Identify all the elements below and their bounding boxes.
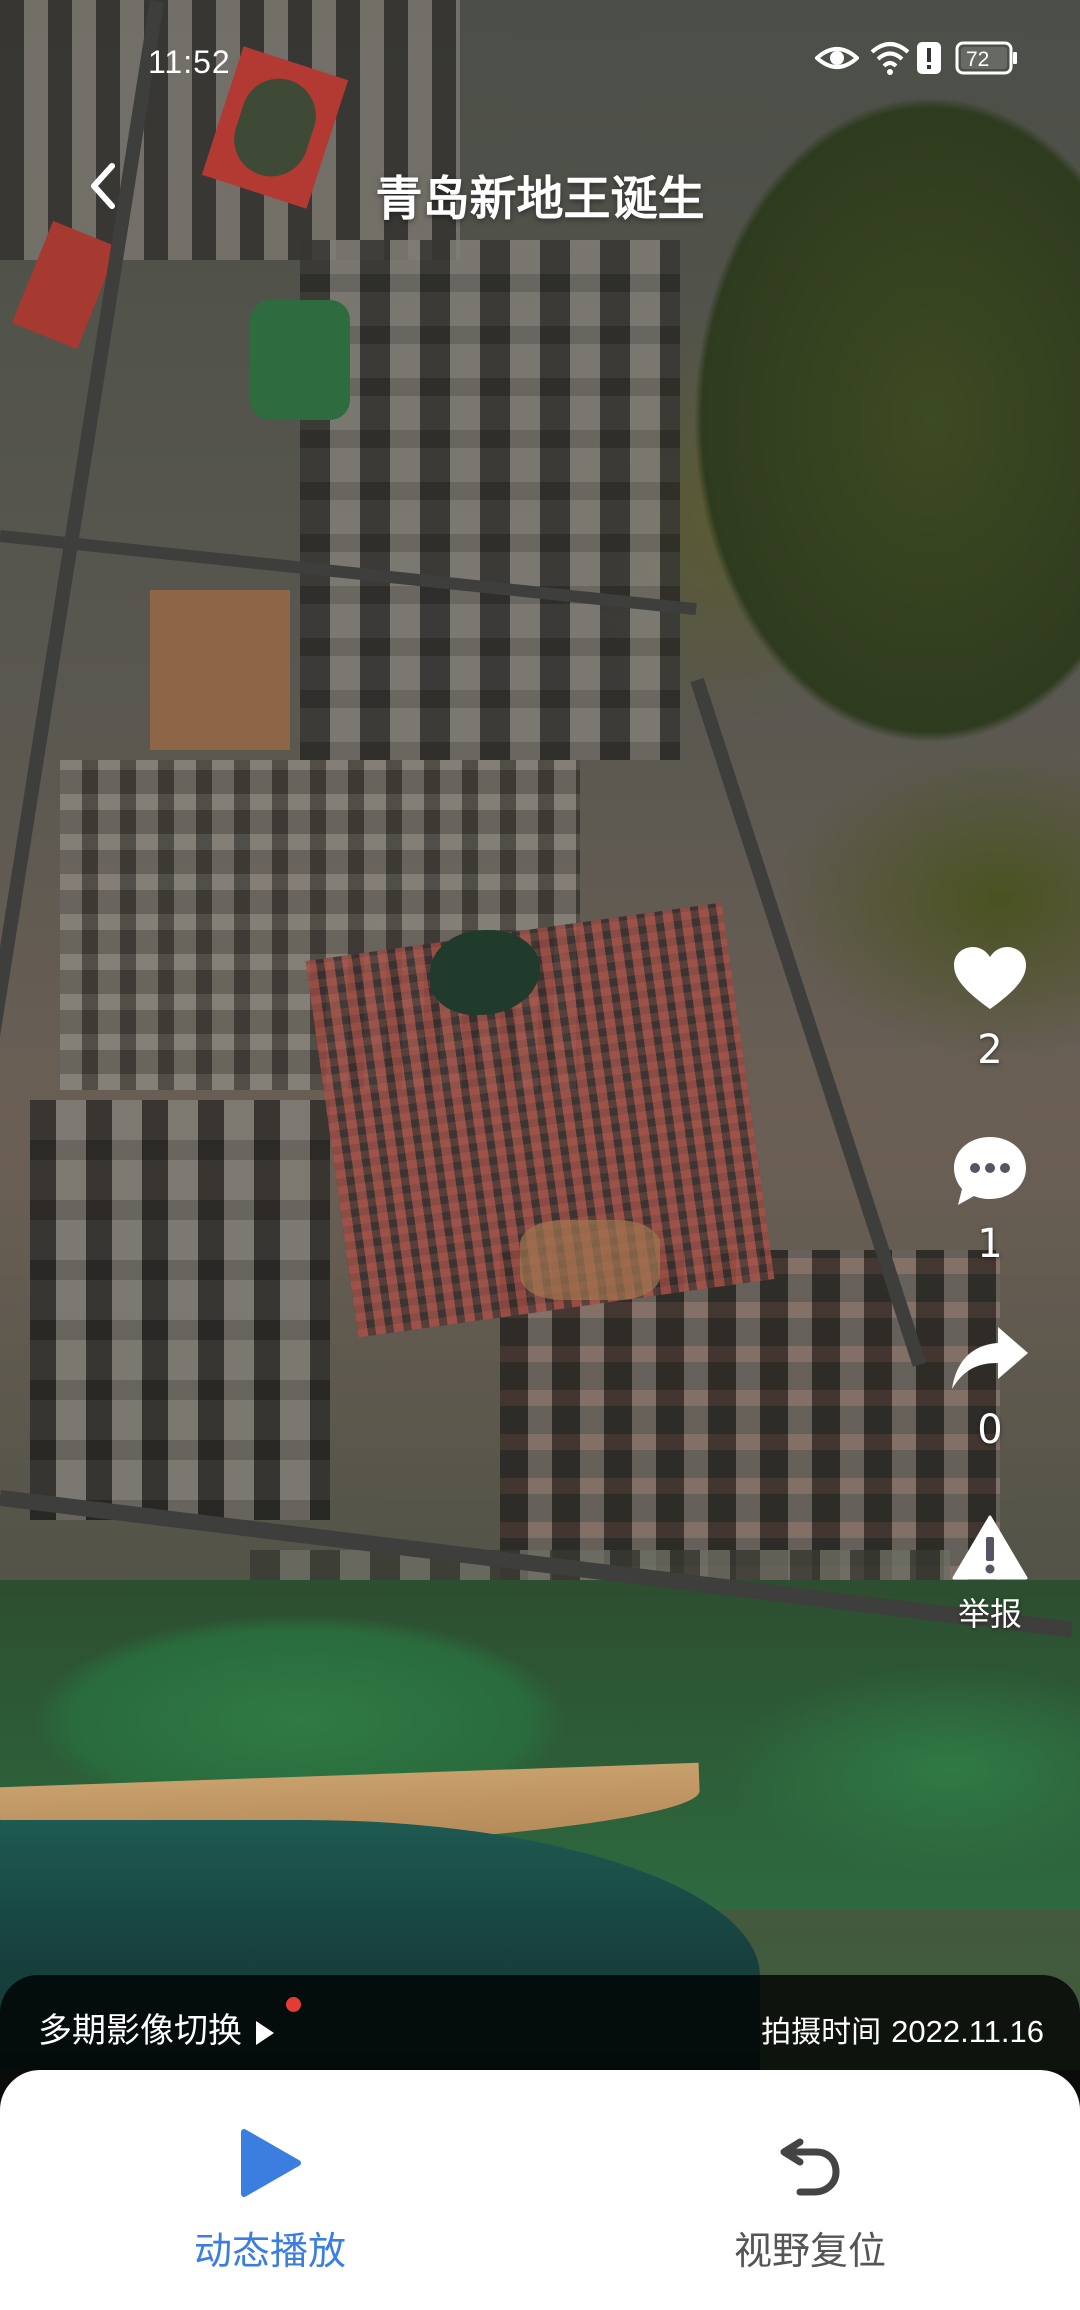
share-button[interactable]: 0 xyxy=(935,1325,1045,1453)
satellite-image[interactable] xyxy=(0,0,1080,2070)
status-bar: 11:52 72 xyxy=(0,0,1080,120)
status-time: 11:52 xyxy=(148,44,231,80)
map-field xyxy=(250,300,350,420)
multi-period-switch-button[interactable]: 多期影像切换 xyxy=(38,2003,274,2052)
share-icon xyxy=(952,1327,1028,1389)
comment-button[interactable]: 1 xyxy=(935,1135,1045,1267)
capture-date: 2022.11.16 xyxy=(891,2014,1044,2049)
view-reset-label: 视野复位 xyxy=(733,2229,886,2273)
heart-icon xyxy=(954,947,1026,1009)
play-icon xyxy=(241,2129,301,2197)
share-count: 0 xyxy=(977,1407,1003,1453)
bottom-panel: 动态播放 视野复位 xyxy=(0,2070,1080,2310)
undo-icon xyxy=(780,2138,840,2196)
map-dirt xyxy=(520,1220,660,1300)
report-label: 举报 xyxy=(957,1595,1022,1633)
multi-period-switch-label: 多期影像切换 xyxy=(38,2011,242,2051)
map-area xyxy=(300,240,680,760)
like-count: 2 xyxy=(977,1027,1003,1073)
map-dirt xyxy=(150,590,290,750)
play-arrow-icon xyxy=(256,2020,274,2045)
page-title: 青岛新地王诞生 xyxy=(375,172,705,227)
wifi-icon xyxy=(870,40,910,80)
report-button[interactable]: 举报 xyxy=(935,1515,1045,1635)
dynamic-play-button[interactable]: 动态播放 xyxy=(120,2128,420,2275)
alert-icon xyxy=(915,40,943,80)
dynamic-play-label: 动态播放 xyxy=(193,2229,346,2273)
warning-icon xyxy=(952,1515,1028,1580)
view-reset-button[interactable]: 视野复位 xyxy=(660,2128,960,2275)
like-button[interactable]: 2 xyxy=(935,945,1045,1073)
notification-dot xyxy=(286,1997,301,2012)
comment-count: 1 xyxy=(977,1221,1003,1267)
eye-icon xyxy=(814,40,860,80)
comment-icon xyxy=(954,1137,1026,1205)
capture-time: 拍摄时间 2022.11.16 xyxy=(761,2007,1044,2051)
map-area xyxy=(30,1100,330,1520)
battery-level: 72 xyxy=(966,48,990,71)
capture-time-label: 拍摄时间 xyxy=(761,2015,882,2050)
